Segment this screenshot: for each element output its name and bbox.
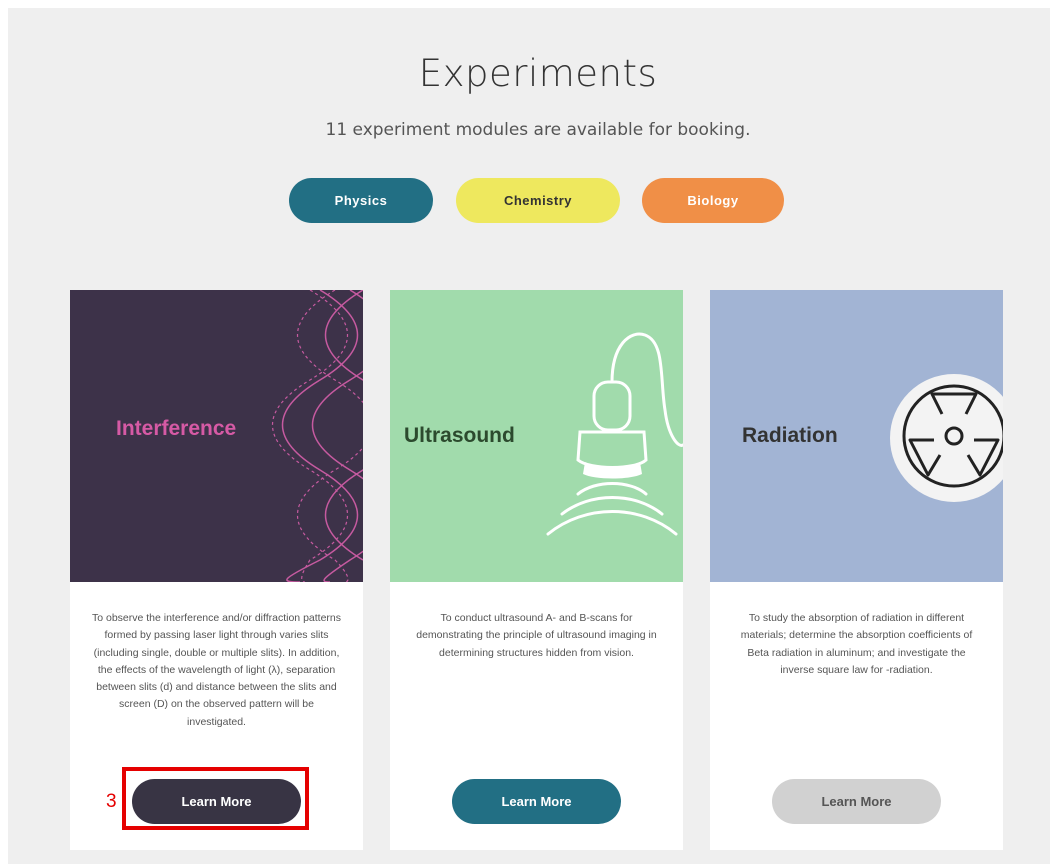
ultrasound-learn-more-button[interactable]: Learn More bbox=[452, 779, 621, 824]
radiation-image-title: Radiation bbox=[742, 424, 838, 447]
experiment-card-interference: Interference To observe the interference… bbox=[70, 290, 363, 850]
filter-biology-button[interactable]: Biology bbox=[642, 178, 784, 223]
radiation-description: To study the absorption of radiation in … bbox=[740, 612, 973, 676]
filter-chemistry-button[interactable]: Chemistry bbox=[456, 178, 620, 223]
experiment-card-radiation: Radiation To study the absorption of rad… bbox=[710, 290, 1003, 850]
interference-image-title: Interference bbox=[116, 417, 237, 440]
filter-physics-button[interactable]: Physics bbox=[289, 178, 433, 223]
ultrasound-description: To conduct ultrasound A- and B-scans for… bbox=[416, 612, 657, 659]
radiation-learn-more-button[interactable]: Learn More bbox=[772, 779, 941, 824]
page-subtitle: 11 experiment modules are available for … bbox=[325, 120, 751, 140]
page-title: Experiments bbox=[418, 52, 658, 95]
interference-description: To observe the interference and/or diffr… bbox=[91, 612, 342, 728]
annotation-marker-label: 3 bbox=[106, 791, 117, 812]
interference-image: Interference bbox=[70, 290, 363, 582]
ultrasound-image: Ultrasound bbox=[390, 290, 683, 582]
ultrasound-image-title: Ultrasound bbox=[404, 424, 515, 447]
experiment-card-ultrasound: Ultrasound To conduct ultrasound A- and … bbox=[390, 290, 683, 850]
annotation-highlight-box bbox=[122, 767, 309, 830]
radiation-image: Radiation bbox=[710, 290, 1003, 582]
